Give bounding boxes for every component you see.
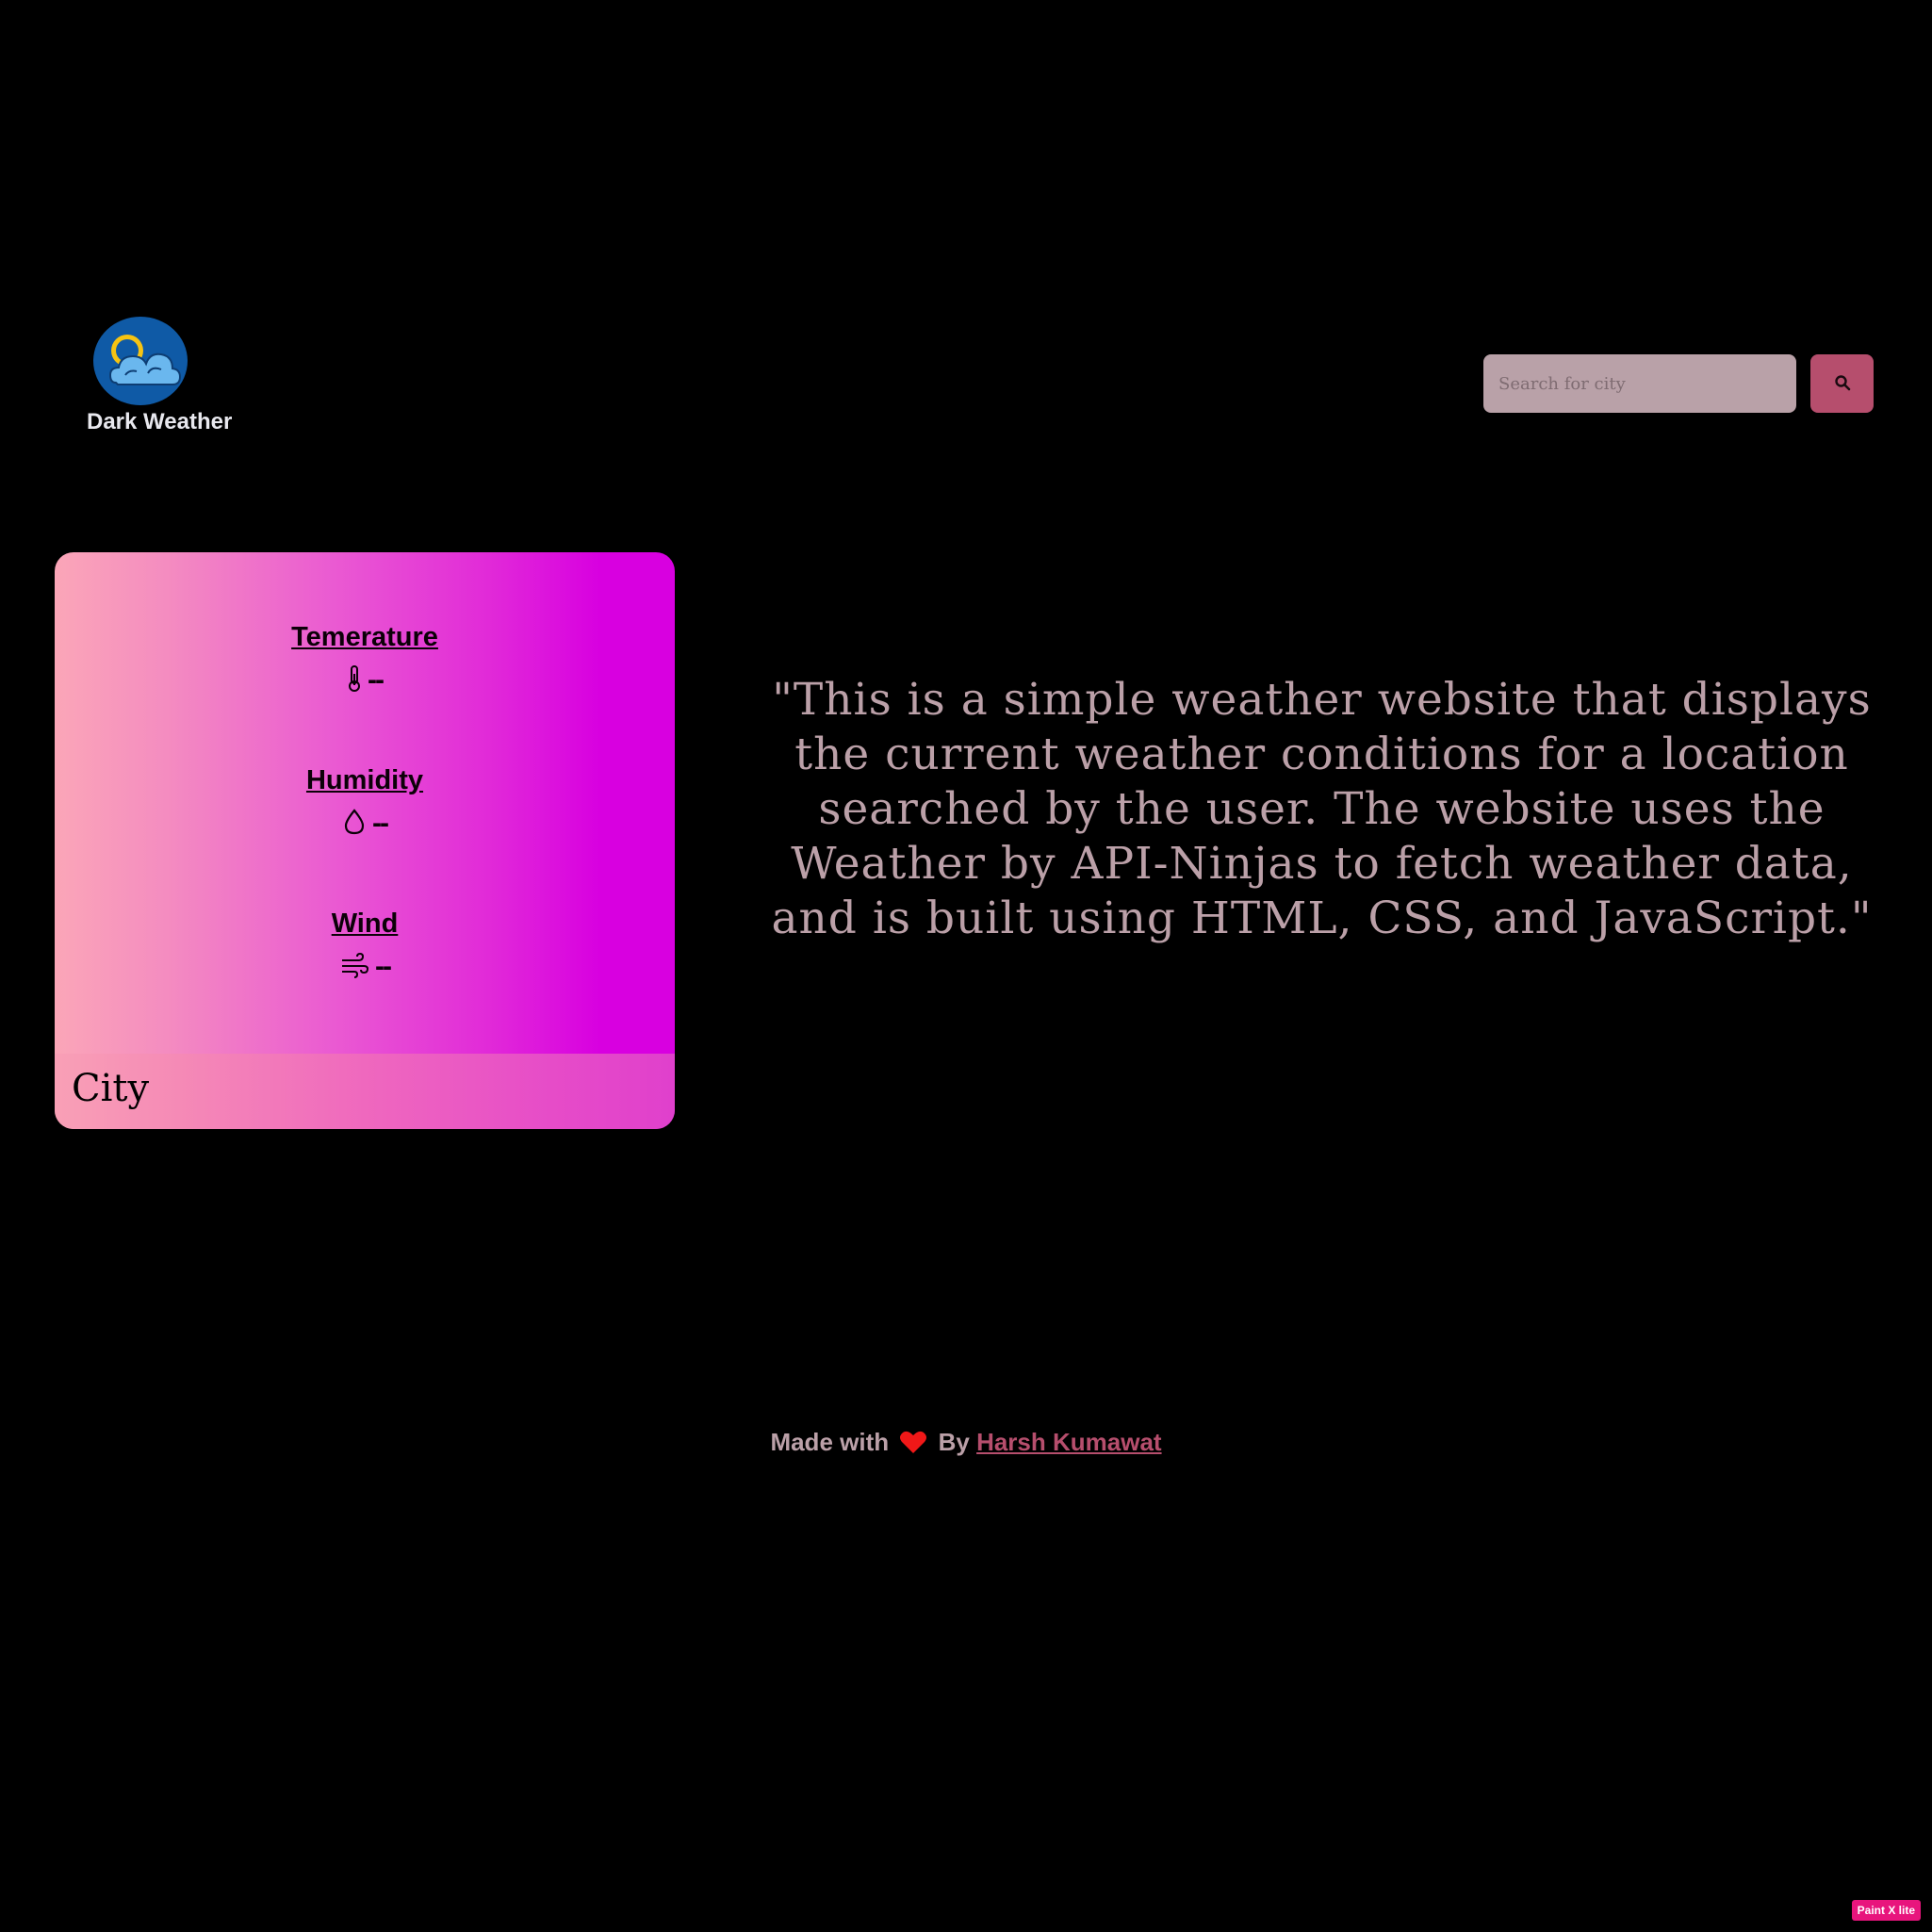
footer-by: By [938, 1428, 970, 1456]
app-title: Dark Weather [87, 409, 233, 434]
wind-value: -- [375, 951, 392, 982]
humidity-value: -- [372, 808, 389, 839]
temperature-metric: Temerature -- [55, 622, 675, 696]
humidity-label: Humidity [305, 765, 424, 795]
wind-metric: Wind -- [55, 909, 675, 983]
city-bar: City [55, 1054, 675, 1129]
droplet-icon [342, 808, 367, 841]
site-description: "This is a simple weather website that d… [771, 674, 1873, 944]
search-icon [1834, 374, 1851, 394]
weather-logo-icon [93, 317, 188, 405]
weather-metrics: Temerature -- Humidity -- Wind -- [55, 552, 675, 1054]
thermometer-icon [347, 664, 362, 697]
humidity-metric: Humidity -- [55, 765, 675, 840]
search-input[interactable] [1483, 354, 1796, 413]
search-button[interactable] [1810, 354, 1874, 413]
author-link[interactable]: Harsh Kumawat [976, 1428, 1162, 1456]
weather-card: Temerature -- Humidity -- Wind -- City [55, 552, 675, 1129]
app-logo: Dark Weather [87, 317, 252, 435]
temperature-value: -- [368, 664, 385, 696]
footer-prefix: Made with [770, 1428, 890, 1456]
wind-icon [339, 951, 369, 984]
temperature-label: Temerature [291, 622, 438, 652]
city-name: City [72, 1067, 150, 1110]
footer: Made with By Harsh Kumawat [0, 1428, 1932, 1461]
heart-icon [899, 1430, 927, 1461]
watermark-badge: Paint X lite [1851, 1900, 1921, 1921]
wind-label: Wind [331, 909, 399, 939]
